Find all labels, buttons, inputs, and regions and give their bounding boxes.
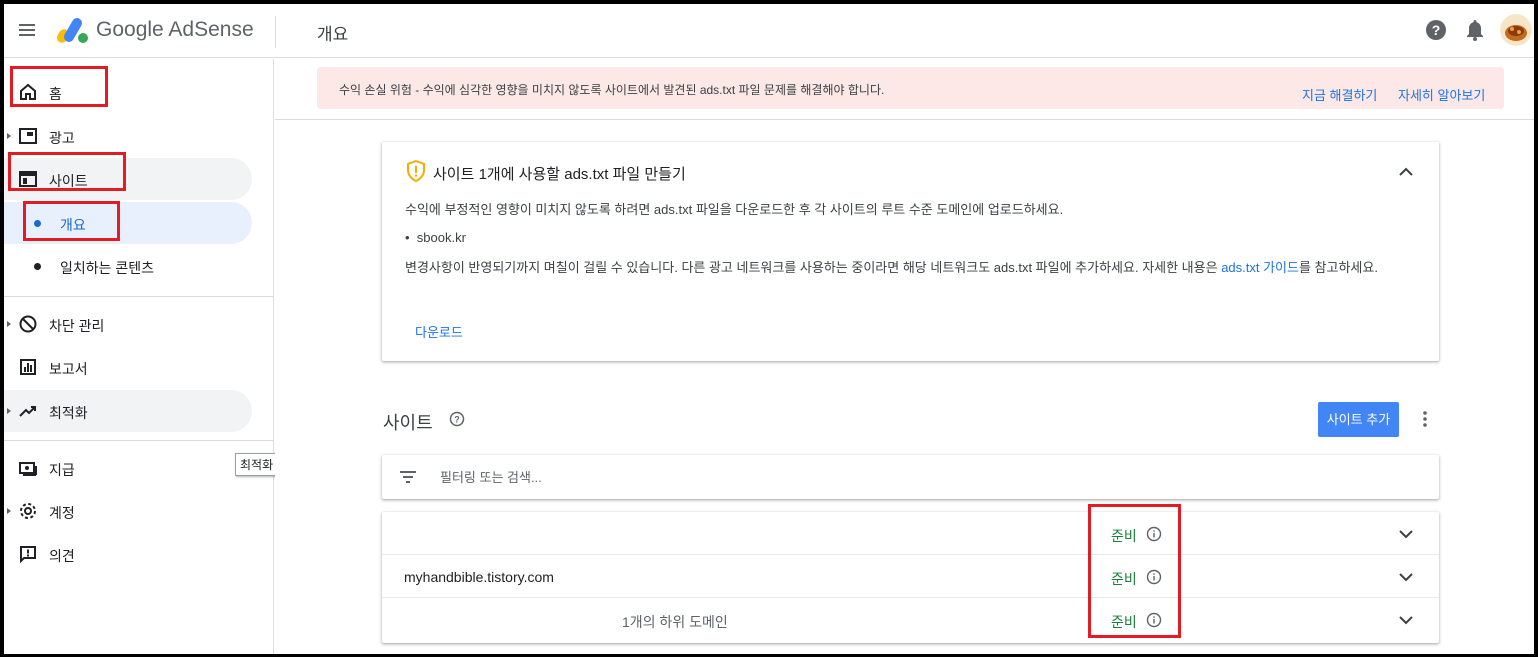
main-divider [275,119,1534,120]
adsense-logo [56,18,88,43]
tooltip: 최적화 [235,453,279,476]
sidebar-divider [4,440,274,441]
sidebar: 홈 광고 사이트 개요 일치하는 콘텐츠 차단 관리 보고서 최적화 지급 계정… [4,59,274,654]
main-content: 수익 손실 위험 - 수익에 심각한 영향을 미치지 않도록 사이트에서 발견된… [275,59,1534,654]
sidebar-item-optimization[interactable]: 최적화 [4,390,252,432]
sidebar-item-label: 계정 [49,505,75,521]
card-title: 사이트 1개에 사용할 ads.txt 파일 만들기 [433,166,686,183]
sidebar-item-feedback[interactable]: 의견 [4,533,252,575]
warning-text: 수익 손실 위험 - 수익에 심각한 영향을 미치지 않도록 사이트에서 발견된… [339,83,885,97]
chevron-down-icon[interactable] [1396,524,1416,544]
annotation-box-home [10,66,108,107]
sidebar-divider [4,296,274,297]
annotation-box-sites [8,152,126,191]
site-name: myhandbible.tistory.com [404,569,554,585]
shield-warning-icon [407,160,425,182]
table-row[interactable]: myhandbible.tistory.com 준비 [382,555,1439,598]
card-note-text-end: 를 참고하세요. [1298,260,1378,275]
site-domain: sbook.kr [416,230,466,245]
help-outline-icon[interactable]: ? [449,411,465,427]
feedback-icon [20,546,36,564]
sidebar-item-matched-content[interactable]: 일치하는 콘텐츠 [4,245,252,287]
notification-bell-icon[interactable] [1464,18,1486,42]
top-bar: Google AdSense 개요 ? [4,4,1534,58]
card-note-text: 변경사항이 반영되기까지 며칠이 걸릴 수 있습니다. 다른 광고 네트워크를 … [405,260,1222,275]
sidebar-item-label: 광고 [49,130,75,146]
svg-text:?: ? [454,415,460,425]
sites-table: 준비 myhandbible.tistory.com 준비 1개의 하위 도메인… [382,512,1439,643]
bar-chart-icon [20,359,36,375]
caret-right-icon [7,408,11,414]
sidebar-item-label: 의견 [49,548,75,564]
filter-bar [382,455,1439,499]
card-description: 수익에 부정적인 영향이 미치지 않도록 하려면 ads.txt 파일을 다운로… [405,202,1064,217]
fix-now-link[interactable]: 지금 해결하기 [1302,85,1377,104]
filter-icon[interactable] [398,468,418,486]
download-button[interactable]: 다운로드 [415,322,463,341]
chevron-down-icon[interactable] [1396,567,1416,587]
app-window: Google AdSense 개요 ? 홈 광고 사이트 개요 일치하는 콘텐츠… [4,4,1534,654]
subdomain-count: 1개의 하위 도메인 [622,614,728,630]
caret-right-icon [7,321,11,327]
table-row[interactable]: 1개의 하위 도메인 준비 [382,598,1439,641]
block-icon [19,315,37,333]
more-vert-icon[interactable] [1415,408,1435,430]
help-icon[interactable]: ? [1425,19,1447,41]
annotation-box-overview [23,201,120,241]
page-title: 개요 [317,25,349,44]
ads-txt-guide-link[interactable]: ads.txt 가이드 [1221,260,1299,275]
hamburger-menu-icon[interactable] [16,19,40,43]
gear-icon [20,503,36,519]
app-name: Google AdSense [96,18,254,41]
sidebar-item-payments[interactable]: 지급 [4,447,252,489]
sidebar-item-label: 최적화 [49,405,88,421]
ad-unit-icon [19,128,37,144]
trending-up-icon [19,406,36,417]
bullet-dot: • [405,230,417,245]
sidebar-item-label: 차단 관리 [49,318,105,334]
payments-icon [19,462,37,476]
card-note: 변경사항이 반영되기까지 며칠이 걸릴 수 있습니다. 다른 광고 네트워크를 … [405,258,1415,277]
sidebar-item-label: 보고서 [49,361,88,377]
sidebar-item-label: 지급 [49,462,75,478]
caret-right-icon [7,508,11,514]
add-site-button[interactable]: 사이트 추가 [1318,402,1399,437]
account-avatar[interactable] [1500,14,1532,46]
learn-more-link[interactable]: 자세히 알아보기 [1398,85,1485,104]
ads-txt-card: 사이트 1개에 사용할 ads.txt 파일 만들기 수익에 부정적인 영향이 … [382,142,1439,361]
sidebar-item-reports[interactable]: 보고서 [4,346,252,388]
bullet-dot [34,263,41,270]
caret-right-icon [7,133,11,139]
annotation-box-status [1088,504,1181,638]
sidebar-item-account[interactable]: 계정 [4,490,252,532]
sidebar-item-blocking-controls[interactable]: 차단 관리 [4,303,252,345]
sites-section-title: 사이트 [383,413,433,433]
svg-text:?: ? [1432,22,1441,38]
sidebar-item-label: 일치하는 콘텐츠 [60,260,155,276]
chevron-up-icon[interactable] [1396,162,1416,182]
filter-search-input[interactable] [440,468,940,486]
chevron-down-icon[interactable] [1396,610,1416,630]
sidebar-item-ads[interactable]: 광고 [4,115,252,157]
header-divider [275,16,276,48]
site-list-item: • sbook.kr [405,230,466,245]
warning-banner: 수익 손실 위험 - 수익에 심각한 영향을 미치지 않도록 사이트에서 발견된… [317,67,1504,109]
table-row[interactable]: 준비 [382,512,1439,555]
